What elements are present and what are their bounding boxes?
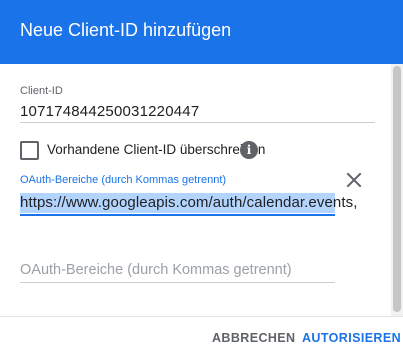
close-icon[interactable] bbox=[345, 171, 363, 189]
scope-input-2-underline bbox=[20, 282, 335, 283]
info-icon[interactable]: i bbox=[240, 141, 258, 159]
authorize-button[interactable]: AUTORISIEREN bbox=[302, 331, 401, 345]
overwrite-checkbox[interactable] bbox=[20, 141, 39, 160]
scope-input-1[interactable]: https://www.googleapis.com/auth/calendar… bbox=[20, 194, 358, 211]
cancel-button[interactable]: ABBRECHEN bbox=[212, 331, 295, 345]
overwrite-checkbox-label[interactable]: Vorhandene Client-ID überschreiben bbox=[47, 142, 265, 157]
client-id-underline bbox=[20, 122, 375, 123]
dialog-header: Neue Client-ID hinzufügen bbox=[0, 0, 403, 64]
add-client-id-dialog: Neue Client-ID hinzufügen Client-ID 1071… bbox=[0, 0, 403, 361]
scope-input-2[interactable]: OAuth-Bereiche (durch Kommas getrennt) bbox=[20, 262, 292, 278]
client-id-label: Client-ID bbox=[20, 85, 63, 97]
scopes-label: OAuth-Bereiche (durch Kommas getrennt) bbox=[20, 174, 227, 186]
dialog-title: Neue Client-ID hinzufügen bbox=[20, 20, 232, 40]
scrollbar-thumb[interactable] bbox=[393, 66, 401, 312]
footer-divider bbox=[0, 316, 403, 317]
client-id-field[interactable]: 107174844250031220447 bbox=[20, 103, 199, 120]
scope-input-1-underline bbox=[20, 214, 335, 216]
